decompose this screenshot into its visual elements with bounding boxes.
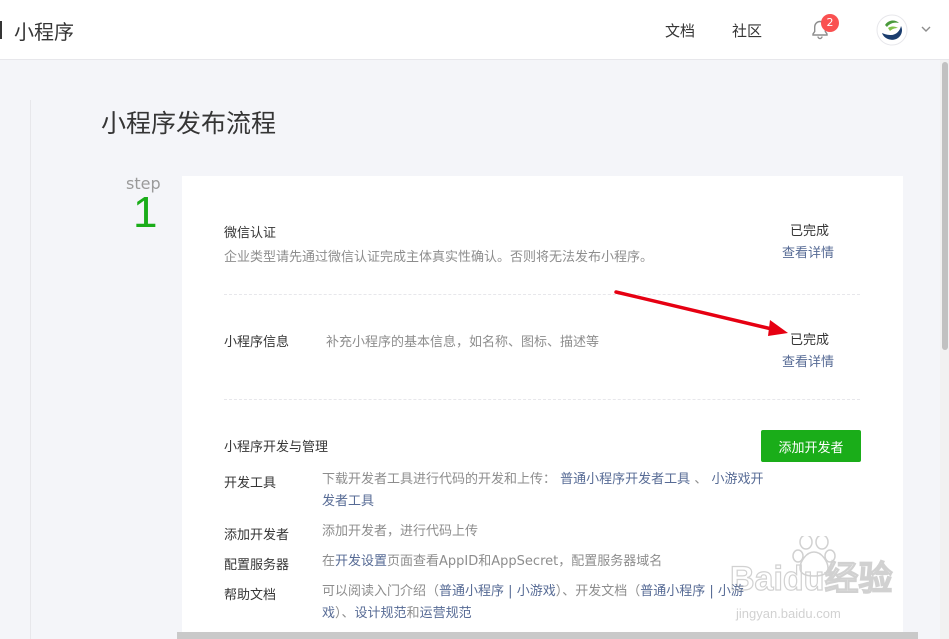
mp-info-status: 已完成 xyxy=(790,333,830,348)
operation-spec-link[interactable]: 运营规范 xyxy=(420,606,472,621)
add-dev-text: 添加开发者，进行代码上传 xyxy=(322,524,479,539)
help-text: 和 xyxy=(406,606,420,621)
mp-info-desc: 补充小程序的基本信息，如名称、图标、描述等 xyxy=(326,335,600,350)
help-docs-label: 帮助文档 xyxy=(224,588,277,603)
section-divider xyxy=(224,399,860,400)
intro-minigame-link[interactable]: 小游戏 xyxy=(517,584,556,599)
normal-devtools-link[interactable]: 普通小程序开发者工具 xyxy=(560,472,690,487)
annotation-arrow xyxy=(614,290,788,336)
add-developer-button[interactable]: 添加开发者 xyxy=(761,430,861,462)
nav-community-link[interactable]: 社区 xyxy=(732,20,762,41)
separator: | xyxy=(504,584,517,599)
dev-tools-label: 开发工具 xyxy=(224,476,277,491)
server-text-before: 在 xyxy=(322,554,336,569)
vertical-scrollbar-thumb[interactable] xyxy=(942,62,948,350)
left-rail-line xyxy=(30,100,31,639)
help-docs-text: 可以阅读入门介绍（普通小程序 | 小游戏）、开发文档（普通小程序 | 小游戏）、… xyxy=(322,581,762,625)
dev-tools-desc: 下载开发者工具进行代码的开发和上传： xyxy=(322,472,557,487)
wechat-verify-title: 微信认证 xyxy=(224,226,277,241)
chevron-down-icon[interactable] xyxy=(920,24,932,34)
separator: 、 xyxy=(694,472,708,487)
horizontal-scrollbar[interactable] xyxy=(177,632,918,639)
server-text-after: 页面查看AppID和AppSecret，配置服务器域名 xyxy=(387,554,663,569)
separator: | xyxy=(705,584,718,599)
watermark-text: Baidu经验 xyxy=(730,559,892,598)
notification-badge: 2 xyxy=(821,14,839,32)
server-config-label: 配置服务器 xyxy=(224,558,290,573)
wechat-verify-detail-link[interactable]: 查看详情 xyxy=(782,242,834,261)
dev-tools-text: 下载开发者工具进行代码的开发和上传： 普通小程序开发者工具 、 小游戏开发者工具 xyxy=(322,469,772,513)
docs-normal-link[interactable]: 普通小程序 xyxy=(640,584,705,599)
baidu-watermark-logo: Baidu经验 jingyan.baidu.com xyxy=(730,536,893,621)
mp-info-title: 小程序信息 xyxy=(224,335,290,350)
help-text: ）、 xyxy=(335,606,355,621)
add-dev-label: 添加开发者 xyxy=(224,528,290,543)
brand-divider xyxy=(0,21,2,39)
avatar[interactable] xyxy=(876,14,908,46)
help-text: ）、开发文档（ xyxy=(555,584,641,599)
dev-settings-link[interactable]: 开发设置 xyxy=(335,554,387,569)
dev-manage-title: 小程序开发与管理 xyxy=(224,440,329,455)
help-text: 可以阅读入门介绍（ xyxy=(322,584,440,599)
app-title[interactable]: 小程序 xyxy=(14,16,74,45)
wechat-verify-desc: 企业类型请先通过微信认证完成主体真实性确认。否则将无法发布小程序。 xyxy=(224,250,654,265)
mp-info-detail-link[interactable]: 查看详情 xyxy=(782,351,834,370)
nav-docs-link[interactable]: 文档 xyxy=(665,20,695,41)
top-navigation-bar: 小程序 文档 社区 2 xyxy=(0,0,949,60)
watermark-subtext: jingyan.baidu.com xyxy=(735,606,841,621)
intro-normal-link[interactable]: 普通小程序 xyxy=(439,584,504,599)
step-number: 1 xyxy=(133,188,158,237)
page-title: 小程序发布流程 xyxy=(101,109,277,138)
wechat-verify-status: 已完成 xyxy=(790,224,830,239)
design-spec-link[interactable]: 设计规范 xyxy=(355,606,407,621)
